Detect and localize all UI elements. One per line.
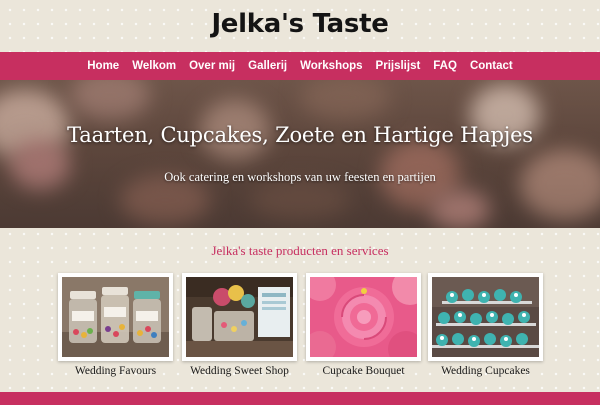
product-card-cupcake-bouquet[interactable]: Cupcake Bouquet: [306, 273, 421, 377]
product-label[interactable]: Wedding Cupcakes: [428, 365, 543, 377]
hero-banner: Taarten, Cupcakes, Zoete en Hartige Hapj…: [0, 80, 600, 228]
product-label[interactable]: Cupcake Bouquet: [306, 365, 421, 377]
main-navigation: Home Welkom Over mij Gallerij Workshops …: [0, 52, 600, 80]
nav-item-home[interactable]: Home: [81, 60, 126, 72]
sweet-shop-table-image: [186, 277, 293, 357]
site-header: Jelka's Taste: [0, 0, 600, 52]
nav-item-gallerij[interactable]: Gallerij: [242, 60, 294, 72]
product-card-wedding-favours[interactable]: Wedding Favours: [58, 273, 173, 377]
hero-subtitle: Ook catering en workshops van uw feesten…: [164, 170, 436, 184]
nav-item-workshops[interactable]: Workshops: [294, 60, 369, 72]
product-image-frame[interactable]: [58, 273, 173, 361]
product-image-frame[interactable]: [306, 273, 421, 361]
site-title[interactable]: Jelka's Taste: [211, 9, 388, 39]
hero-title: Taarten, Cupcakes, Zoete en Hartige Hapj…: [67, 123, 533, 147]
jars-of-sweets-image: [62, 277, 169, 357]
footer-band: [0, 392, 600, 405]
product-label[interactable]: Wedding Sweet Shop: [182, 365, 297, 377]
product-image-frame[interactable]: [428, 273, 543, 361]
nav-item-over-mij[interactable]: Over mij: [183, 60, 242, 72]
nav-item-prijslijst[interactable]: Prijslijst: [369, 60, 427, 72]
pink-rose-cupcakes-image: [310, 277, 417, 357]
products-heading: Jelka's taste producten en services: [211, 243, 389, 258]
product-label[interactable]: Wedding Favours: [58, 365, 173, 377]
teal-cupcake-tower-image: [432, 277, 539, 357]
nav-item-faq[interactable]: FAQ: [427, 60, 464, 72]
nav-item-contact[interactable]: Contact: [463, 60, 519, 72]
product-card-wedding-sweet-shop[interactable]: Wedding Sweet Shop: [182, 273, 297, 377]
product-image-frame[interactable]: [182, 273, 297, 361]
nav-item-welkom[interactable]: Welkom: [126, 60, 183, 72]
product-card-wedding-cupcakes[interactable]: Wedding Cupcakes: [428, 273, 543, 377]
